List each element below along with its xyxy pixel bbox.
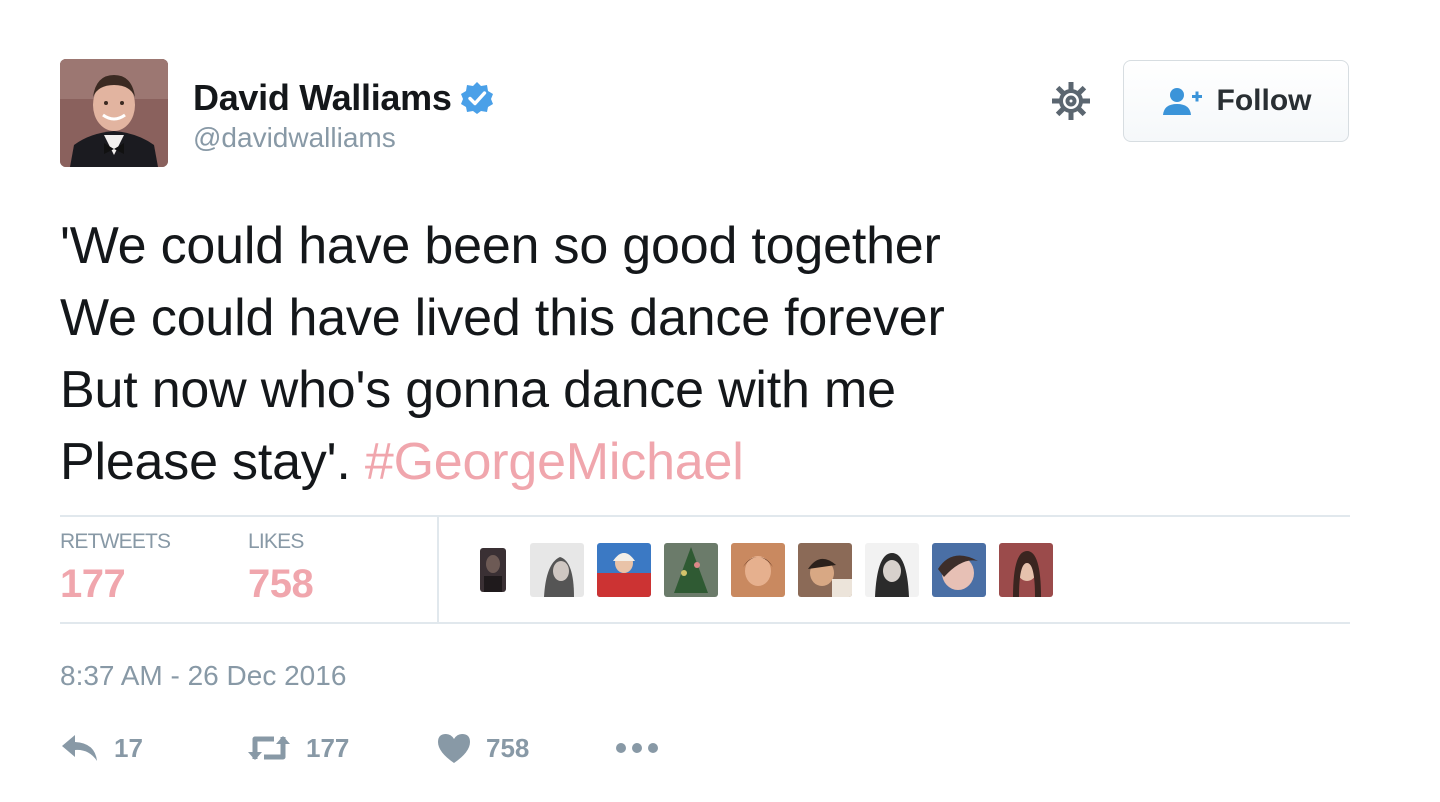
- tweet-line-last: Please stay'. #GeorgeMichael: [60, 426, 1300, 498]
- more-button[interactable]: [614, 741, 660, 755]
- tweet-line: But now who's gonna dance with me: [60, 361, 896, 419]
- display-name[interactable]: David Walliams: [193, 77, 452, 119]
- retweet-icon: [248, 736, 290, 760]
- liker-avatar[interactable]: [932, 543, 986, 597]
- liker-avatar[interactable]: [530, 543, 584, 597]
- author-row: David Walliams: [193, 76, 494, 120]
- reply-icon: [62, 735, 97, 761]
- follow-button[interactable]: Follow: [1123, 60, 1349, 142]
- retweet-button[interactable]: 177: [246, 733, 436, 764]
- liker-avatar[interactable]: [731, 543, 785, 597]
- tweet-line-text: Please stay'.: [60, 433, 351, 491]
- tweet-line: 'We could have been so good together: [60, 217, 941, 275]
- gear-icon[interactable]: [1048, 78, 1094, 124]
- likers-avatars: [470, 543, 1066, 597]
- hashtag-link[interactable]: #GeorgeMichael: [365, 433, 744, 491]
- reply-count: 17: [114, 732, 143, 763]
- reply-button[interactable]: 17: [60, 733, 246, 764]
- user-handle[interactable]: @davidwalliams: [193, 122, 396, 154]
- tweet-line: We could have lived this dance forever: [60, 289, 945, 347]
- more-dots-icon: [616, 743, 658, 753]
- retweets-label: RETWEETS: [60, 530, 171, 553]
- tweet-actions: 17 177 758: [60, 726, 660, 770]
- liker-avatar[interactable]: [664, 543, 718, 597]
- likes-label: LIKES: [248, 530, 304, 553]
- avatar-image: [60, 59, 168, 167]
- like-count: 758: [486, 732, 530, 763]
- liker-avatar[interactable]: [865, 543, 919, 597]
- like-button[interactable]: 758: [436, 732, 614, 764]
- liker-avatar[interactable]: [798, 543, 852, 597]
- retweets-stat[interactable]: RETWEETS 177: [60, 530, 171, 607]
- avatar[interactable]: [60, 59, 168, 167]
- tweet-timestamp[interactable]: 8:37 AM - 26 Dec 2016: [60, 660, 346, 692]
- verified-badge-icon: [460, 82, 493, 114]
- divider: [60, 622, 1350, 624]
- retweets-count: 177: [60, 562, 126, 606]
- follow-label: Follow: [1216, 84, 1312, 117]
- heart-icon: [438, 734, 470, 763]
- divider: [60, 515, 1350, 517]
- tweet-card: David Walliams @davidwalliams Follow 'We…: [0, 0, 1440, 802]
- likes-stat[interactable]: LIKES 758: [248, 530, 314, 607]
- likes-count: 758: [248, 562, 314, 606]
- follow-user-icon: [1162, 88, 1202, 115]
- divider: [437, 517, 439, 622]
- liker-avatar[interactable]: [480, 548, 506, 592]
- liker-avatar[interactable]: [597, 543, 651, 597]
- liker-avatar[interactable]: [999, 543, 1053, 597]
- tweet-text: 'We could have been so good together We …: [60, 210, 1300, 498]
- retweet-count: 177: [306, 732, 350, 763]
